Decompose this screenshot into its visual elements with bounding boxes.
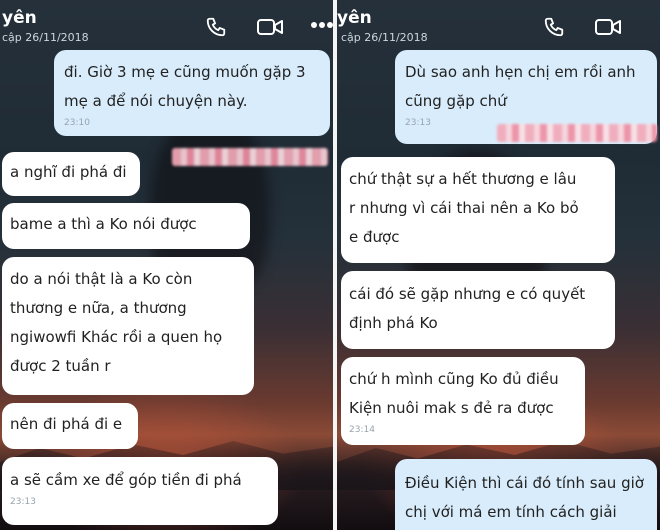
message-bubble-outgoing[interactable]: đi. Giờ 3 mẹ e cũng muốn gặp 3 mẹ a để n… bbox=[54, 50, 330, 136]
last-active-status: cập 26/11/2018 bbox=[341, 31, 428, 44]
message-bubble-incoming[interactable]: a nghĩ đi phá đi bbox=[2, 152, 140, 196]
message-text: đi. Giờ 3 mẹ e cũng muốn gặp 3 mẹ a để n… bbox=[64, 63, 306, 110]
message-bubble-outgoing[interactable]: Điều Kiện thì cái đó tính sau giờ chị vớ… bbox=[395, 459, 657, 530]
chat-header: yên cập 26/11/2018 bbox=[337, 0, 660, 50]
video-camera-icon[interactable] bbox=[256, 16, 284, 38]
message-time: 23:10 bbox=[64, 118, 90, 128]
message-text: chứ thật sự a hết thương e lâu r nhưng v… bbox=[349, 170, 579, 246]
message-text: nên đi phá đi e bbox=[10, 415, 123, 433]
right-chat-screenshot: yên cập 26/11/2018 Dù sao anh hẹn chị em… bbox=[337, 0, 660, 530]
message-bubble-incoming[interactable]: bame a thì a Ko nói được bbox=[2, 203, 250, 249]
message-bubble-incoming[interactable]: cái đó sẽ gặp nhưng e có quyết định phá … bbox=[341, 271, 615, 349]
message-bubble-incoming[interactable]: do a nói thật là a Ko còn thương e nữa, … bbox=[2, 257, 254, 395]
message-text: a nghĩ đi phá đi bbox=[10, 163, 127, 181]
left-chat-screenshot: yên cập 26/11/2018 đi. Giờ 3 mẹ e cũng m… bbox=[0, 0, 333, 530]
last-active-status: cập 26/11/2018 bbox=[2, 31, 89, 44]
message-text: bame a thì a Ko nói được bbox=[10, 215, 197, 233]
contact-name[interactable]: yên bbox=[2, 8, 37, 28]
video-camera-icon[interactable] bbox=[594, 16, 622, 38]
message-bubble-incoming[interactable]: chứ thật sự a hết thương e lâu r nhưng v… bbox=[341, 157, 615, 263]
message-time: 23:13 bbox=[10, 497, 36, 507]
chat-header: yên cập 26/11/2018 bbox=[0, 0, 333, 50]
message-bubble-incoming[interactable]: a sẽ cầm xe để góp tiền đi phá 23:13 bbox=[2, 457, 278, 525]
phone-icon[interactable] bbox=[543, 16, 565, 38]
message-text: Dù sao anh hẹn chị em rồi anh cũng gặp c… bbox=[405, 63, 636, 110]
message-text: do a nói thật là a Ko còn thương e nữa, … bbox=[10, 270, 223, 375]
message-text: cái đó sẽ gặp nhưng e có quyết định phá … bbox=[349, 285, 586, 332]
censored-name bbox=[172, 148, 328, 166]
message-text: a sẽ cầm xe để góp tiền đi phá bbox=[10, 471, 242, 489]
message-text: chứ h mình cũng Ko đủ điều Kiện nuôi mak… bbox=[349, 370, 559, 417]
message-bubble-incoming[interactable]: nên đi phá đi e bbox=[2, 403, 138, 449]
message-bubble-incoming[interactable]: chứ h mình cũng Ko đủ điều Kiện nuôi mak… bbox=[341, 357, 585, 445]
message-text: Điều Kiện thì cái đó tính sau giờ chị vớ… bbox=[405, 474, 644, 521]
contact-name[interactable]: yên bbox=[337, 8, 372, 28]
more-dots-icon[interactable] bbox=[310, 21, 333, 29]
phone-icon[interactable] bbox=[205, 16, 227, 38]
censored-name bbox=[497, 124, 657, 142]
message-time: 23:14 bbox=[349, 425, 375, 435]
